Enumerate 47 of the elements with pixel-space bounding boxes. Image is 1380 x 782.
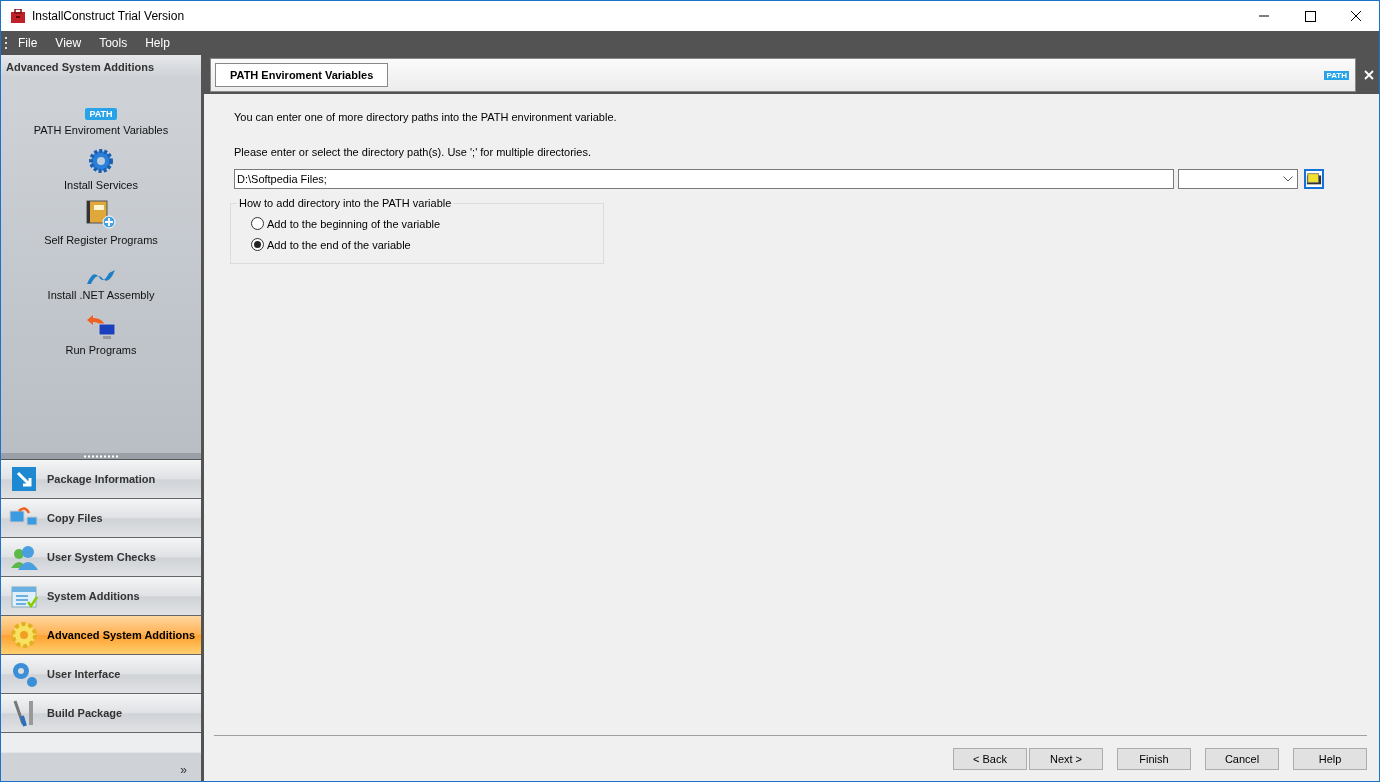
sidebar-item-label[interactable]: PATH Enviroment Variables [33,124,169,136]
wizard-button[interactable]: Finish [1117,748,1191,770]
wizard-button[interactable]: Next > [1029,748,1103,770]
nav-button[interactable]: Copy Files [1,499,201,538]
nav-button[interactable]: Advanced System Additions [1,616,201,655]
prompt-text: Please enter or select the directory path(s). Use ';' for multiple directories. [234,146,592,158]
toolbox-icon [10,9,26,23]
radio-button[interactable] [251,238,264,251]
menu-item[interactable]: Tools [89,36,136,50]
sidebar-item-label[interactable]: Self Register Programs [44,234,158,246]
nav-button[interactable]: Build Package [1,694,201,733]
nav-button[interactable]: User Interface [1,655,201,694]
book-plus-icon [85,200,117,230]
wizard-button[interactable]: Help [1293,748,1367,770]
gear-icon [88,147,114,175]
wizard-button[interactable]: < Back [953,748,1027,770]
path-badge-icon: PATH [85,108,117,120]
nav-button[interactable]: System Additions [1,577,201,616]
path-badge-icon: PATH [1324,70,1349,80]
radio-label[interactable]: Add to the beginning of the variable [267,217,441,230]
menu-item[interactable]: File [8,36,46,50]
wizard-button[interactable]: Cancel [1205,748,1279,770]
path-dropdown[interactable] [1178,169,1298,189]
sidebar-item-label[interactable]: Install .NET Assembly [47,289,155,301]
browse-folder-button[interactable] [1304,169,1324,189]
grip-icon [5,37,8,49]
overflow-chevron[interactable]: » [180,763,187,777]
radio-label[interactable]: Add to the end of the variable [267,238,411,251]
arrow-square-icon [9,464,39,494]
path-input-field[interactable]: D:\Softpedia Files; [234,169,1174,189]
close-icon[interactable] [1364,70,1374,80]
gear-icon [9,620,39,650]
nav-button[interactable]: Package Information [1,460,201,499]
splitter-grip-icon[interactable] [84,454,118,458]
menu-item[interactable]: Help [135,36,178,50]
menu-item[interactable]: View [45,36,90,50]
intro-text: You can enter one of more directory paths into the PATH environment variable. [234,111,618,123]
radio-button[interactable] [251,217,264,230]
sidebar-item-label[interactable]: Run Programs [65,344,137,356]
wave-logo-icon [85,269,117,285]
arrow-monitor-icon [85,314,117,340]
sidebar-item-label[interactable]: Install Services [64,179,138,191]
group-legend: How to add directory into the PATH variable [237,197,454,209]
chevron-down-icon [1283,176,1293,182]
window-title: InstallConstruct Trial Version [32,9,185,23]
tab[interactable]: PATH Enviroment Variables [215,63,389,87]
nav-button[interactable]: User System Checks [1,538,201,577]
